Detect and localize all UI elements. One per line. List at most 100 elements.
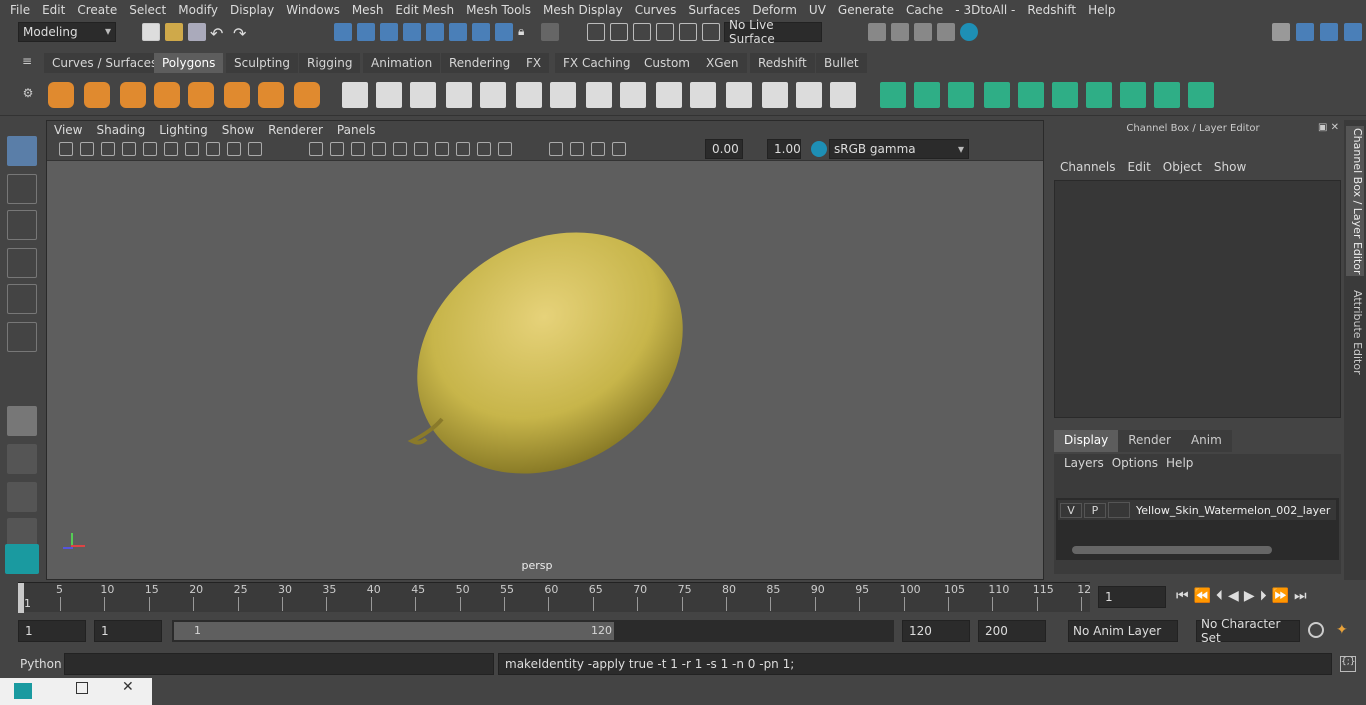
shelf-tab-redshift[interactable]: Redshift [750,53,815,73]
tool-settings-toggle-icon[interactable] [1320,23,1338,41]
layer-menu-options[interactable]: Options [1112,456,1166,470]
anti-aliasing-icon[interactable] [456,142,470,156]
crease-icon[interactable] [880,82,906,108]
combine-icon[interactable] [342,82,368,108]
play-backward-icon[interactable]: ◀ [1228,588,1239,604]
menu-mesh[interactable]: Mesh [346,3,390,17]
menu-edit[interactable]: Edit [36,3,71,17]
layer-tab-display[interactable]: Display [1054,430,1119,452]
go-to-end-icon[interactable]: ⏭ [1294,588,1307,604]
smooth-shade-icon[interactable] [330,142,344,156]
snap-view-icon[interactable] [472,23,490,41]
layer-row[interactable]: V P Yellow_Skin_Watermelon_002_layer [1058,500,1336,520]
safe-title-icon[interactable] [248,142,262,156]
side-tab-channel-box[interactable]: Channel Box / Layer Editor [1346,126,1364,276]
command-input[interactable] [64,653,494,675]
history-icon[interactable] [587,23,605,41]
menu-edit-mesh[interactable]: Edit Mesh [389,3,460,17]
extract-icon[interactable] [410,82,436,108]
viewport-menu-view[interactable]: View [47,123,89,137]
start-frame-field[interactable]: 1 [18,620,86,642]
connect-icon[interactable] [762,82,788,108]
viewport-menu-panels[interactable]: Panels [330,123,383,137]
menu-mesh-tools[interactable]: Mesh Tools [460,3,537,17]
magnet-icon[interactable] [656,23,674,41]
playback-end-field[interactable]: 120 [902,620,970,642]
sphere-icon[interactable] [48,82,74,108]
bevel-icon[interactable] [620,82,646,108]
play-forward-icon[interactable]: ▶ [1244,588,1255,604]
select-tool-icon[interactable] [7,136,37,166]
color-management-icon[interactable] [811,141,827,157]
go-to-start-icon[interactable]: ⏮ [1176,588,1189,604]
extrude-icon[interactable] [586,82,612,108]
menu-mesh-display[interactable]: Mesh Display [537,3,629,17]
anim-layer-dropdown[interactable]: No Anim Layer [1068,620,1178,642]
viewport-menu-shading[interactable]: Shading [89,123,152,137]
boolean-icon[interactable] [480,82,506,108]
lock-icon[interactable]: 🔒︎ [518,24,536,42]
render-frame-icon[interactable] [891,23,909,41]
film-gate-icon[interactable] [164,142,178,156]
modeling-toolkit-icon[interactable] [1272,23,1290,41]
menu-deform[interactable]: Deform [746,3,803,17]
xray-icon[interactable] [498,142,512,156]
maya-window-icon[interactable] [14,683,32,699]
layer-menu-help[interactable]: Help [1166,456,1201,470]
exposure-field[interactable]: 0.00 [705,139,743,159]
shelf-tab-rigging[interactable]: Rigging [299,53,361,73]
uv-cut-icon[interactable] [1086,82,1112,108]
append-icon[interactable] [656,82,682,108]
menu-help[interactable]: Help [1082,3,1121,17]
layer-tab-anim[interactable]: Anim [1180,430,1232,452]
bridge-icon[interactable] [550,82,576,108]
close-icon[interactable]: ▣ ✕ [1318,122,1342,133]
undo-icon[interactable]: ↶ [210,24,228,43]
make-live-icon[interactable] [541,23,559,41]
paint-select-tool-icon[interactable] [7,210,37,240]
select-by-component-icon[interactable] [380,23,398,41]
channel-box-menu-show[interactable]: Show [1208,160,1252,174]
lasso-icon[interactable] [610,23,628,41]
menu-file[interactable]: File [4,3,36,17]
menu-3dtoall[interactable]: - 3DtoAll - [949,3,1021,17]
xray-joints-icon[interactable] [549,142,563,156]
character-set-dropdown[interactable]: No Character Set [1196,617,1300,645]
channel-box-menu-edit[interactable]: Edit [1122,160,1157,174]
offset-loop-icon[interactable] [796,82,822,108]
script-editor-icon[interactable]: {;} [1340,656,1356,672]
layer-visibility-toggle[interactable]: V [1060,502,1082,518]
torus-icon[interactable] [224,82,250,108]
channel-box-menu-channels[interactable]: Channels [1054,160,1122,174]
snap-surface-icon[interactable] [495,23,513,41]
animation-preferences-icon[interactable]: ✦ [1336,622,1354,640]
side-by-side-layout-icon[interactable] [7,482,37,512]
layer-scrollbar[interactable] [1072,546,1272,554]
four-view-layout-icon[interactable] [7,444,37,474]
layer-playback-toggle[interactable]: P [1084,502,1106,518]
separate-icon[interactable] [376,82,402,108]
target-weld-icon[interactable] [726,82,752,108]
layer-type-toggle[interactable] [1108,502,1130,518]
shelf-tab-custom[interactable]: Custom [636,53,698,73]
color-space-dropdown[interactable]: sRGB gamma ▾ [829,139,969,159]
menu-modify[interactable]: Modify [172,3,224,17]
hypershade-icon[interactable] [960,23,978,41]
channel-box-toggle-icon[interactable] [1344,23,1362,41]
snap-grid-icon[interactable] [403,23,421,41]
range-slider[interactable]: 1 120 [172,620,894,642]
menu-curves[interactable]: Curves [629,3,683,17]
resolution-gate-icon[interactable] [185,142,199,156]
shelf-tab-curves-surfaces[interactable]: Curves / Surfaces [44,53,166,73]
cone-icon[interactable] [154,82,180,108]
maximize-icon[interactable] [76,682,88,694]
step-back-key-icon[interactable]: ⏪ [1194,588,1211,604]
move-tool-icon[interactable] [7,248,37,278]
snap-curve-icon[interactable] [426,23,444,41]
camera-select-icon[interactable] [59,142,73,156]
fill-hole-icon[interactable] [914,82,940,108]
range-slider-handle[interactable]: 1 120 [174,622,614,640]
select-by-hierarchy-icon[interactable] [334,23,352,41]
step-forward-frame-icon[interactable]: ⏵ [1260,588,1267,604]
viewport-menu-renderer[interactable]: Renderer [261,123,330,137]
